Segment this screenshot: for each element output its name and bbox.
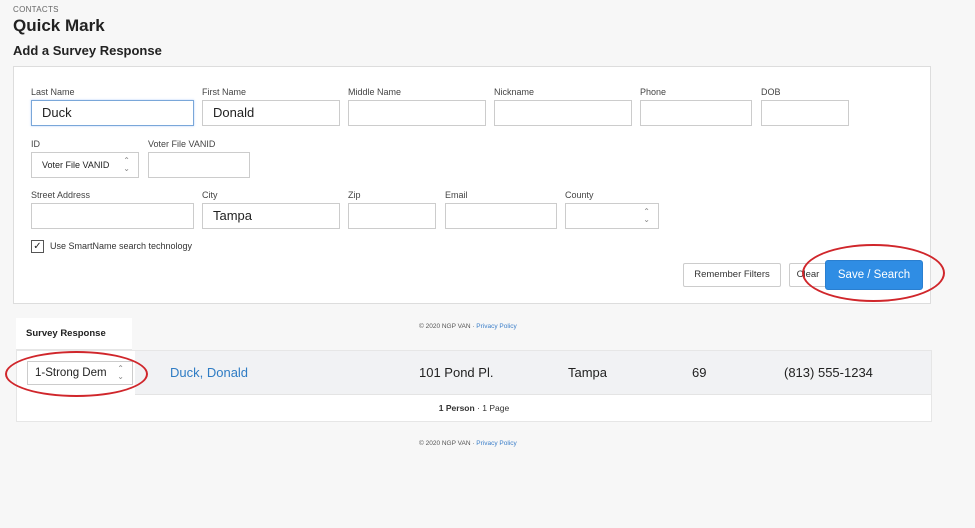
phone-input[interactable] — [640, 100, 752, 126]
address-cell: 101 Pond Pl. — [419, 365, 494, 380]
pager-pages: 1 Page — [482, 403, 510, 413]
age-cell: 69 — [692, 365, 707, 380]
county-label: County — [565, 190, 594, 200]
email-label: Email — [445, 190, 468, 200]
vanid-label: Voter File VANID — [148, 139, 216, 149]
nickname-label: Nickname — [494, 87, 535, 97]
clear-button[interactable]: Clear — [789, 263, 827, 287]
county-select[interactable]: ⌃ ⌄ — [565, 203, 659, 229]
nickname-input[interactable] — [494, 100, 632, 126]
chevron-updown-icon: ⌃ ⌄ — [123, 156, 130, 173]
city-cell: Tampa — [568, 365, 608, 380]
smartname-label: Use SmartName search technology — [50, 241, 193, 251]
id-type-select[interactable]: Voter File VANID ⌃ ⌄ — [31, 152, 139, 178]
save-search-button[interactable]: Save / Search — [825, 260, 923, 290]
zip-label: Zip — [348, 190, 361, 200]
last-name-label: Last Name — [31, 87, 75, 97]
survey-response-cell: 1-Strong Dem ⌃ ⌄ — [17, 351, 135, 395]
page-subtitle: Add a Survey Response — [13, 43, 162, 58]
footer-top: © 2020 NGP VAN · Privacy Policy — [419, 323, 517, 330]
phone-label: Phone — [640, 87, 667, 97]
dob-label: DOB — [761, 87, 781, 97]
search-form-panel: Last Name Duck First Name Donald Middle … — [13, 66, 931, 304]
chevron-updown-icon: ⌃ ⌄ — [117, 364, 124, 381]
vanid-input[interactable] — [148, 152, 250, 178]
page-title: Quick Mark — [13, 16, 105, 35]
copyright-text: © 2020 NGP VAN · — [419, 323, 477, 330]
pager: 1 Person · 1 Page — [17, 403, 931, 413]
first-name-label: First Name — [202, 87, 247, 97]
privacy-policy-link[interactable]: Privacy Policy — [476, 323, 516, 330]
contact-name-link[interactable]: Duck, Donald — [170, 365, 248, 380]
privacy-policy-link[interactable]: Privacy Policy — [476, 440, 516, 447]
copyright-text: © 2020 NGP VAN · — [419, 440, 477, 447]
city-label: City — [202, 190, 218, 200]
survey-response-header: Survey Response — [16, 318, 132, 350]
results-table: 1-Strong Dem ⌃ ⌄ Duck, Donald 101 Pond Pl… — [16, 350, 932, 422]
zip-input[interactable] — [348, 203, 436, 229]
first-name-input[interactable]: Donald — [202, 100, 340, 126]
middle-name-label: Middle Name — [348, 87, 402, 97]
phone-cell: (813) 555-1234 — [784, 365, 873, 380]
middle-name-input[interactable] — [348, 100, 486, 126]
id-label: ID — [31, 139, 40, 149]
city-input[interactable]: Tampa — [202, 203, 340, 229]
survey-response-select[interactable]: 1-Strong Dem ⌃ ⌄ — [27, 361, 133, 385]
street-address-label: Street Address — [31, 190, 91, 200]
last-name-input[interactable]: Duck — [31, 100, 194, 126]
footer-bottom: © 2020 NGP VAN · Privacy Policy — [419, 440, 517, 447]
breadcrumb: CONTACTS — [13, 5, 59, 14]
pager-count: 1 Person — [438, 403, 475, 413]
chevron-updown-icon: ⌃ ⌄ — [643, 207, 650, 224]
email-input[interactable] — [445, 203, 557, 229]
dob-input[interactable] — [761, 100, 849, 126]
id-type-value: Voter File VANID — [42, 160, 110, 170]
survey-response-value: 1-Strong Dem — [35, 367, 107, 379]
street-address-input[interactable] — [31, 203, 194, 229]
table-row: 1-Strong Dem ⌃ ⌄ Duck, Donald 101 Pond Pl… — [17, 351, 931, 395]
remember-filters-button[interactable]: Remember Filters — [683, 263, 781, 287]
smartname-checkbox[interactable]: ✓ — [31, 240, 44, 253]
